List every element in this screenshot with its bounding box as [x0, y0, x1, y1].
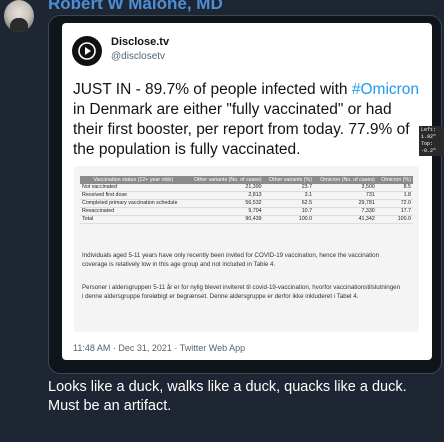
- tweet-text-start: JUST IN - 89.7% of people infected with: [73, 81, 352, 98]
- table-cell: 3,500: [314, 184, 377, 192]
- col-header-omicron-cases: Omicron (No. of cases): [314, 176, 377, 184]
- table-cell: 9,704: [186, 207, 264, 216]
- report-image[interactable]: Vaccination status (12+ year olds) Other…: [74, 166, 419, 332]
- table-cell: 62.5: [263, 199, 315, 208]
- english-note: Individuals aged 5-11 years have only re…: [82, 252, 380, 268]
- table-cell: 3.1: [263, 191, 315, 200]
- tooltip-top: Top: -0.2": [421, 141, 437, 154]
- author-name[interactable]: Robert W Malone, MD: [48, 0, 223, 14]
- table-row: Received first dose 2,813 3.1 731 1.8: [80, 191, 413, 200]
- tweet-timestamp[interactable]: 11:48 AM · Dec 31, 2021 · Twitter Web Ap…: [73, 343, 245, 353]
- table-cell: 90,439: [186, 215, 264, 224]
- tooltip-left: Left: 1.92": [421, 127, 437, 140]
- table-cell: Received first dose: [80, 191, 187, 200]
- table-cell: 23.7: [263, 184, 315, 192]
- table-row: Revaccinated 9,704 10.7 7,330 17.7: [80, 207, 413, 216]
- table-cell: 17.7: [376, 207, 413, 216]
- reply-line: Looks like a duck, walks like a duck, qu…: [48, 379, 407, 395]
- table-cell: 56,532: [186, 199, 264, 208]
- table-cell: 7,330: [314, 207, 377, 216]
- tweet-display-name[interactable]: Disclose.tv: [111, 36, 169, 48]
- table-cell: 41,342: [314, 215, 377, 224]
- table-cell: Total: [80, 215, 187, 224]
- reply-line: Must be an artifact.: [48, 398, 172, 414]
- tweet-embed[interactable]: Disclose.tv @disclosetv JUST IN - 89.7% …: [62, 23, 444, 360]
- col-header-status: Vaccination status (12+ year olds): [80, 176, 187, 184]
- table-row: Total 90,439 100.0 41,342 100.0: [80, 215, 413, 224]
- danish-note: Personer i aldersgruppen 5-11 år er for …: [82, 284, 401, 300]
- table-cell: Not vaccinated: [80, 184, 187, 192]
- reply-text: Looks like a duck, walks like a duck, qu…: [48, 378, 428, 416]
- quoted-tweet-card[interactable]: Disclose.tv @disclosetv JUST IN - 89.7% …: [48, 15, 444, 374]
- col-header-omicron-pct: Omicron (%): [376, 176, 413, 184]
- col-header-other-pct: Other variants (%): [263, 176, 315, 184]
- disclose-logo-icon[interactable]: [72, 36, 102, 66]
- table-cell: 1.8: [376, 191, 413, 200]
- tweet-text: JUST IN - 89.7% of people infected with …: [73, 80, 421, 160]
- hashtag-link[interactable]: #Omicron: [352, 81, 419, 98]
- table-cell: 29,781: [314, 199, 377, 208]
- col-header-other-cases: Other variants (No. of cases): [186, 176, 264, 184]
- author-avatar[interactable]: [4, 0, 34, 32]
- table-cell: 8.5: [376, 184, 413, 192]
- table-cell: 100.0: [263, 215, 315, 224]
- table-cell: 21,390: [186, 184, 264, 192]
- table-cell: Completed primary vaccination schedule: [80, 199, 187, 208]
- position-tooltip: Left: 1.92" Top: -0.2": [419, 126, 444, 156]
- table-cell: 72.0: [376, 199, 413, 208]
- vaccination-table: Vaccination status (12+ year olds) Other…: [80, 176, 413, 224]
- table-row: Not vaccinated 21,390 23.7 3,500 8.5: [80, 184, 413, 192]
- table-cell: 2,813: [186, 191, 264, 200]
- table-cell: Revaccinated: [80, 207, 187, 216]
- table-cell: 731: [314, 191, 377, 200]
- tweet-text-end: in Denmark are either "fully vaccinated"…: [73, 101, 410, 158]
- table-header-row: Vaccination status (12+ year olds) Other…: [80, 176, 413, 184]
- table-row: Completed primary vaccination schedule 56…: [80, 199, 413, 208]
- tweet-handle[interactable]: @disclosetv: [111, 51, 165, 62]
- table-cell: 10.7: [263, 207, 315, 216]
- table-cell: 100.0: [376, 215, 413, 224]
